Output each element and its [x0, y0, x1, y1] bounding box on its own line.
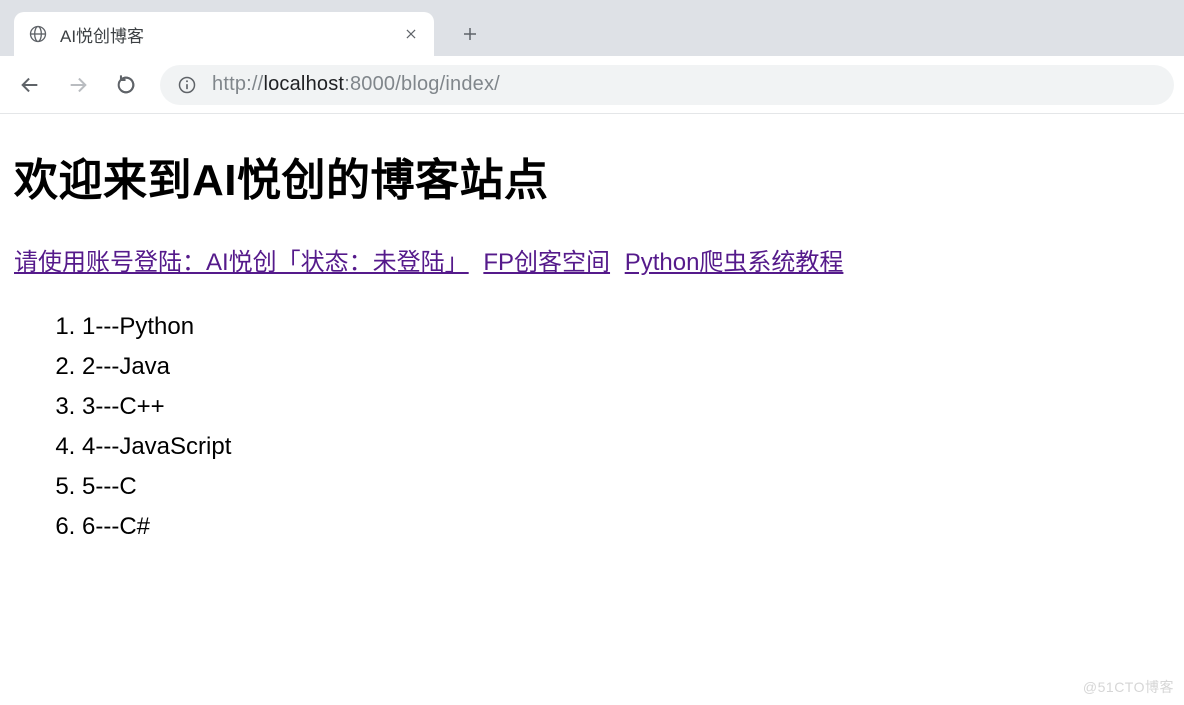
globe-icon	[28, 24, 48, 44]
list-item: 4---JavaScript	[82, 433, 1170, 461]
nav-links: 请使用账号登陆：AI悦创「状态：未登陆」 FP创客空间 Python爬虫系统教程	[14, 242, 1170, 277]
browser-toolbar: http://localhost:8000/blog/index/	[0, 56, 1184, 114]
list-item: 6---C#	[82, 513, 1170, 541]
address-bar[interactable]: http://localhost:8000/blog/index/	[160, 65, 1174, 105]
watermark: @51CTO博客	[1083, 677, 1174, 697]
course-list: 1---Python 2---Java 3---C++ 4---JavaScri…	[14, 313, 1170, 541]
url-scheme: http://	[212, 73, 263, 95]
close-tab-icon[interactable]	[402, 25, 420, 43]
fp-space-link[interactable]: FP创客空间	[483, 249, 610, 276]
forward-button[interactable]	[58, 65, 98, 105]
url-text: http://localhost:8000/blog/index/	[212, 73, 500, 96]
page-content: 欢迎来到AI悦创的博客站点 请使用账号登陆：AI悦创「状态：未登陆」 FP创客空…	[0, 114, 1184, 567]
list-item: 3---C++	[82, 393, 1170, 421]
tab-title: AI悦创博客	[60, 22, 402, 47]
site-info-icon[interactable]	[176, 74, 198, 96]
login-status-link[interactable]: 请使用账号登陆：AI悦创「状态：未登陆」	[14, 249, 469, 276]
list-item: 2---Java	[82, 353, 1170, 381]
reload-button[interactable]	[106, 65, 146, 105]
page-heading: 欢迎来到AI悦创的博客站点	[14, 144, 1170, 208]
active-tab[interactable]: AI悦创博客	[14, 12, 434, 56]
new-tab-button[interactable]	[452, 16, 488, 52]
list-item: 1---Python	[82, 313, 1170, 341]
list-item: 5---C	[82, 473, 1170, 501]
python-crawler-link[interactable]: Python爬虫系统教程	[625, 249, 844, 276]
url-host: localhost	[263, 73, 344, 95]
back-button[interactable]	[10, 65, 50, 105]
url-path: :8000/blog/index/	[344, 73, 500, 95]
tab-strip: AI悦创博客	[0, 0, 1184, 56]
